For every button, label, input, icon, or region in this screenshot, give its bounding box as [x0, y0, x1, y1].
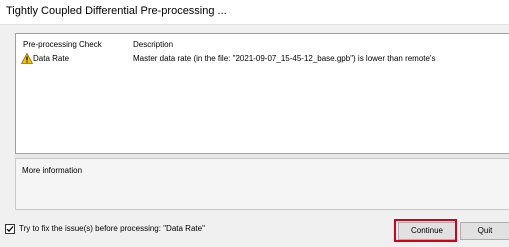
more-information-panel: More information: [15, 158, 509, 210]
list-item[interactable]: Data Rate Master data rate (in the file:…: [16, 52, 509, 66]
window-title: Tightly Coupled Differential Pre-process…: [6, 5, 227, 17]
check-description: Master data rate (in the file: "2021-09-…: [133, 54, 436, 63]
column-header-description[interactable]: Description: [133, 40, 173, 49]
continue-button[interactable]: Continue: [398, 222, 456, 240]
fix-issues-checkbox[interactable]: [5, 224, 15, 234]
quit-button[interactable]: Quit: [460, 222, 509, 240]
dialog-window: Tightly Coupled Differential Pre-process…: [0, 0, 509, 247]
more-information-label: More information: [22, 166, 83, 175]
title-bar[interactable]: Tightly Coupled Differential Pre-process…: [0, 0, 509, 25]
column-header-check[interactable]: Pre-processing Check: [23, 40, 102, 49]
fix-issues-label[interactable]: Try to fix the issue(s) before processin…: [19, 224, 205, 233]
check-name: Data Rate: [33, 54, 70, 63]
list-header: Pre-processing Check Description: [16, 34, 509, 50]
warning-icon: [21, 53, 33, 64]
preprocessing-check-list[interactable]: Pre-processing Check Description Data Ra…: [15, 33, 509, 154]
checkmark-icon: [6, 226, 14, 233]
